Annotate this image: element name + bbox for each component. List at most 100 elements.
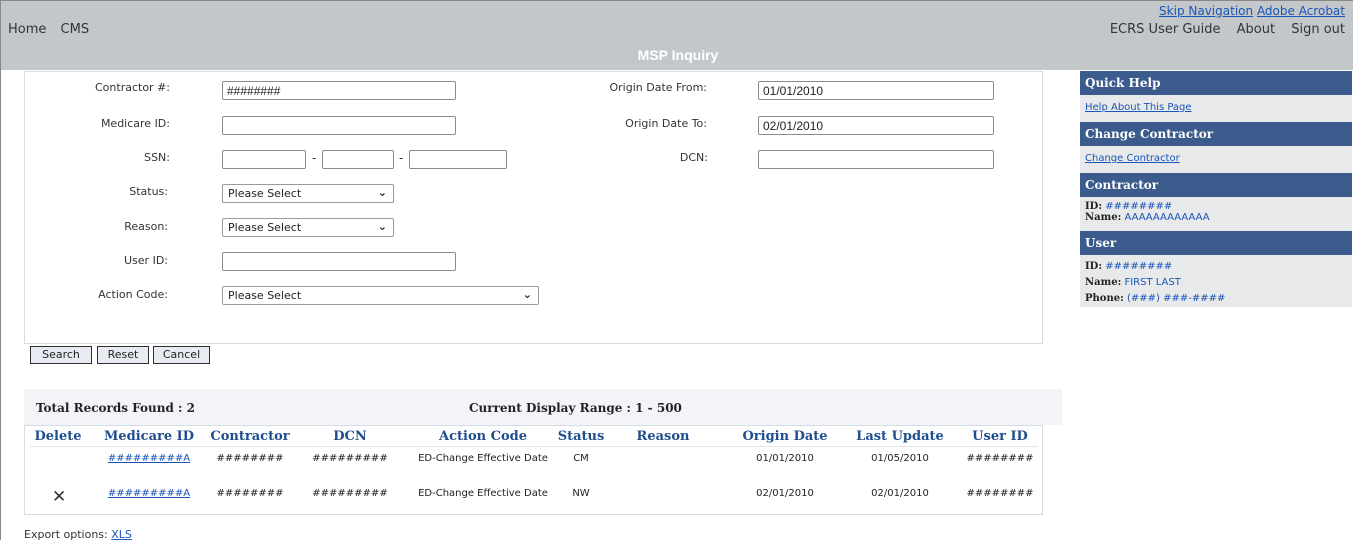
reason-select-value: Please Select [228,221,302,234]
column-header-medicare-id: Medicare ID [103,429,195,444]
nav-home-link[interactable]: Home [8,22,46,37]
top-nav-left: Home CMS [8,22,99,37]
dcn-input[interactable] [758,150,994,169]
user-id-key: ID: [1085,261,1103,272]
sign-out-link[interactable]: Sign out [1291,22,1345,37]
origin-date-to-label: Origin Date To: [625,117,707,130]
user-body: ID: ######## Name: FIRST LAST Phone: (##… [1080,255,1352,307]
chevron-down-icon: ⌄ [522,288,532,301]
contractor-body: ID: ######## Name: AAAAAAAAAAAA [1080,197,1352,231]
medicare-id-input[interactable] [222,116,456,135]
table-row-2-last-update: 02/01/2010 [871,488,929,499]
action-code-label: Action Code: [98,288,168,301]
medicare-id-label: Medicare ID: [100,117,170,130]
origin-date-to-input[interactable]: 02/01/2010 [758,116,994,135]
column-header-last-update: Last Update [856,429,944,444]
ssn-separator-1: - [312,151,317,165]
contractor-input[interactable]: ######## [222,81,456,100]
status-select-value: Please Select [228,187,302,200]
table-row-1-medicare-id: #########A [99,453,199,464]
user-name-value: FIRST LAST [1124,277,1181,288]
status-label: Status: [129,185,168,198]
chevron-down-icon: ⌄ [377,220,387,233]
ssn-part2-input[interactable] [322,150,394,169]
chevron-down-icon: ⌄ [377,186,387,199]
table-row-2-dcn: ######### [312,488,388,499]
contractor-label: Contractor #: [95,81,170,94]
adobe-acrobat-link[interactable]: Adobe Acrobat [1257,4,1345,18]
change-contractor-link[interactable]: Change Contractor [1085,153,1180,164]
user-name-row: Name: FIRST LAST [1085,275,1347,291]
sidebar: Quick Help Help About This Page Change C… [1080,71,1352,307]
page-title: MSP Inquiry [637,47,719,63]
column-header-delete: Delete [34,429,82,444]
column-header-reason: Reason [636,429,690,444]
origin-date-from-input[interactable]: 01/01/2010 [758,81,994,100]
table-row-2-contractor: ######## [216,488,284,499]
search-button[interactable]: Search [30,346,92,364]
table-row-1-origin-date: 01/01/2010 [756,453,814,464]
contractor-header: Contractor [1080,173,1352,197]
action-code-select-value: Please Select [228,289,302,302]
ssn-label: SSN: [144,151,170,164]
contractor-name-key: Name: [1085,212,1122,223]
table-row-2-user-id: ######## [966,488,1034,499]
table-row-1-action-code: ED-Change Effective Date [418,453,548,464]
user-id-row: ID: ######## [1085,259,1347,275]
export-xls-link[interactable]: XLS [111,528,132,541]
change-contractor-header: Change Contractor [1080,122,1352,146]
origin-date-from-label: Origin Date From: [609,81,708,94]
medicare-id-link[interactable]: #########A [108,453,190,464]
status-select[interactable]: Please Select ⌄ [222,184,394,203]
table-row-1-dcn: ######### [312,453,388,464]
ssn-part3-input[interactable] [409,150,507,169]
display-range: Current Display Range : 1 - 500 [469,401,682,415]
quick-help-header: Quick Help [1080,71,1352,95]
user-name-key: Name: [1085,277,1122,288]
results-header: Total Records Found : 2 Current Display … [24,389,1062,425]
help-about-page-link[interactable]: Help About This Page [1085,102,1192,113]
total-records: Total Records Found : 2 [36,401,196,415]
ssn-part1-input[interactable] [222,150,306,169]
top-nav-right: ECRS User Guide About Sign out [1098,22,1345,37]
column-header-origin-date: Origin Date [742,429,828,444]
table-row-1-user-id: ######## [966,453,1034,464]
user-guide-link[interactable]: ECRS User Guide [1110,22,1221,37]
reason-select[interactable]: Please Select ⌄ [222,218,394,237]
change-contractor-body: Change Contractor [1080,146,1352,173]
user-id-input[interactable] [222,252,456,271]
delete-icon[interactable]: ✕ [52,487,66,507]
dcn-label: DCN: [679,151,708,164]
top-bar: Home CMS Skip Navigation Adobe Acrobat E… [1,1,1353,70]
medicare-id-link[interactable]: #########A [108,488,190,499]
action-code-select[interactable]: Please Select ⌄ [222,286,539,305]
reset-button[interactable]: Reset [97,346,149,364]
contractor-id-value: ######## [1105,201,1173,212]
table-row-1-last-update: 01/05/2010 [871,453,929,464]
user-header: User [1080,231,1352,255]
contractor-id-row: ID: ######## [1085,201,1347,212]
table-header-divider [30,446,1038,447]
nav-cms-link[interactable]: CMS [61,22,90,37]
table-row-2-medicare-id: #########A [99,488,199,499]
user-phone-key: Phone: [1085,293,1124,304]
cancel-button[interactable]: Cancel [153,346,210,364]
column-header-action-code[interactable]: Action Code [410,429,556,444]
column-header-contractor: Contractor [210,429,290,444]
reason-label: Reason: [124,220,168,233]
table-row-2-origin-date: 02/01/2010 [756,488,814,499]
about-link[interactable]: About [1237,22,1275,37]
column-header-dcn: DCN [333,429,367,444]
export-options: Export options: XLS [24,528,132,541]
top-nav-utility: Skip Navigation Adobe Acrobat [1159,4,1345,18]
contractor-name-row: Name: AAAAAAAAAAAA [1085,212,1347,223]
table-row-2-status: NW [572,488,590,499]
user-id-label: User ID: [124,254,168,267]
user-phone-value: (###) ###-#### [1126,293,1226,304]
user-id-value: ######## [1105,261,1173,272]
contractor-id-key: ID: [1085,201,1103,212]
ssn-separator-2: - [399,151,404,165]
column-header-user-id: User ID [972,429,1028,444]
table-row-2-action-code: ED-Change Effective Date [418,488,548,499]
skip-navigation-link[interactable]: Skip Navigation [1159,4,1253,18]
